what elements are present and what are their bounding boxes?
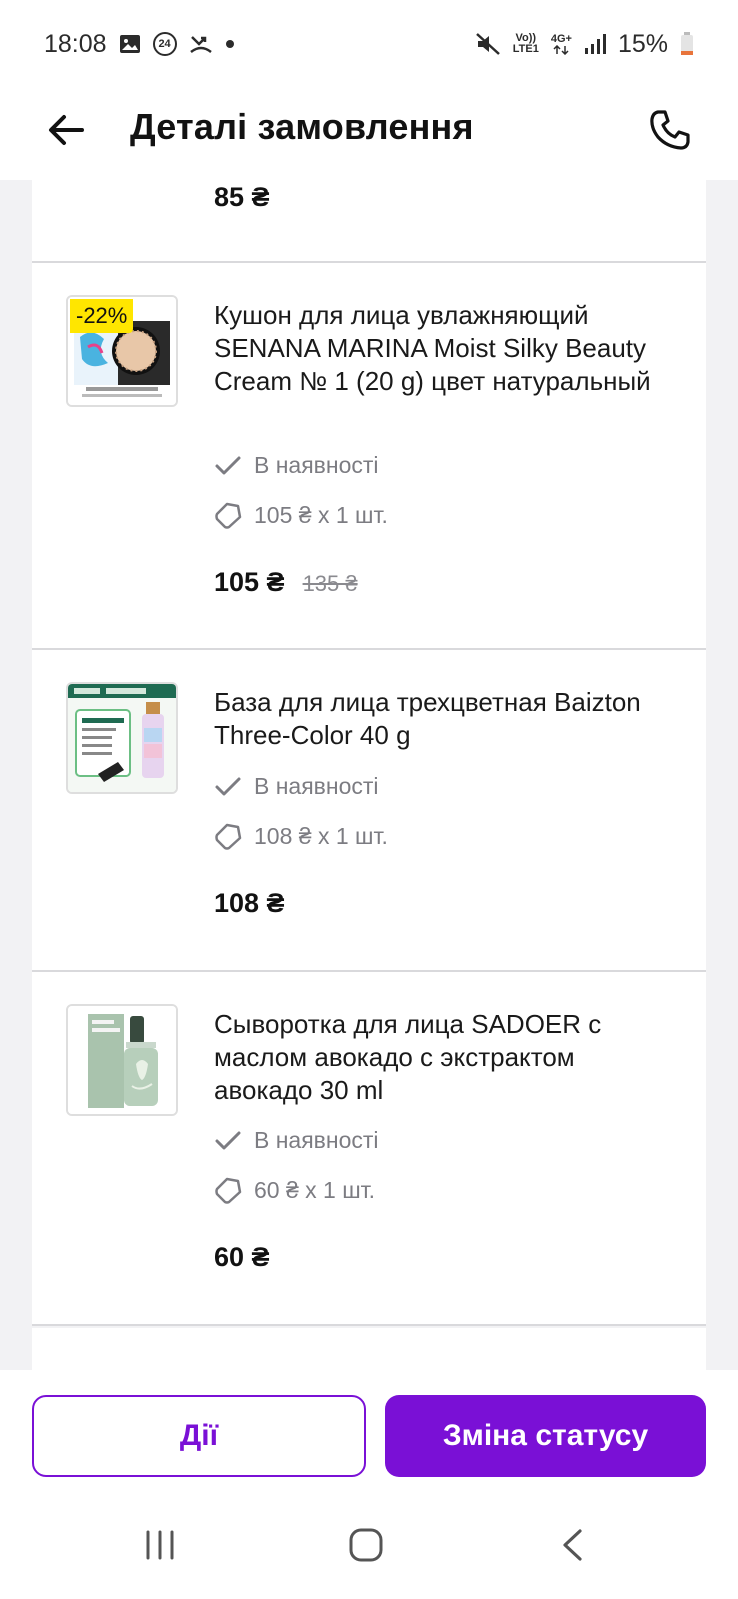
unit-price-text: 105 ₴ x 1 шт. xyxy=(254,501,388,528)
product-name[interactable]: База для лица трехцветная Baizton Three-… xyxy=(214,686,664,752)
price-tag-icon xyxy=(215,1177,242,1204)
timer-24-icon: 24 xyxy=(152,32,177,56)
gallery-notification-icon xyxy=(119,34,141,54)
volte-icon: Vo)) LTE1 xyxy=(512,32,539,55)
product-image[interactable] xyxy=(66,682,178,794)
serum-product-image xyxy=(68,1006,176,1114)
availability-text: В наявності xyxy=(254,773,379,799)
actions-button[interactable]: Дії xyxy=(32,1395,366,1477)
unit-price-row: 60 ₴ x 1 шт. xyxy=(214,1176,375,1204)
item-price: 108 ₴ xyxy=(214,888,285,918)
unit-price-row: 108 ₴ x 1 шт. xyxy=(214,822,388,850)
list-item[interactable]: Сыворотка для лица SADOER с маслом авока… xyxy=(32,972,706,1326)
list-item: 85 ₴ xyxy=(32,180,706,263)
product-image[interactable] xyxy=(66,1004,178,1116)
battery-percent: 15% xyxy=(617,29,668,58)
primer-product-image xyxy=(68,684,176,792)
missed-call-icon xyxy=(189,33,213,55)
mute-icon xyxy=(475,32,501,56)
dot-icon xyxy=(225,39,235,49)
change-status-button[interactable]: Зміна статусу xyxy=(385,1395,706,1477)
item-price: 60 ₴ xyxy=(214,1242,270,1272)
unit-price-text: 60 ₴ x 1 шт. xyxy=(254,1176,376,1203)
list-item[interactable]: База для лица трехцветная Baizton Three-… xyxy=(32,650,706,972)
status-time: 18:08 xyxy=(44,29,107,58)
list-item xyxy=(32,1328,706,1370)
order-items-list[interactable]: 85 ₴ -22% Кушон для лица увлажняющий SEN… xyxy=(0,180,738,1370)
chevron-left-icon xyxy=(563,1529,582,1561)
item-price: 105 ₴ xyxy=(214,567,285,597)
availability-row: В наявності xyxy=(214,452,379,479)
status-bar: 18:08 24 Vo)) LTE1 4G+ 15% xyxy=(0,0,738,88)
list-item[interactable]: -22% Кушон для лица увлажняющий SENANA M… xyxy=(32,263,706,650)
app-bar: Деталі замовлення xyxy=(0,88,738,180)
battery-icon xyxy=(680,32,694,56)
product-name[interactable]: Сыворотка для лица SADOER с маслом авока… xyxy=(214,1008,664,1107)
availability-text: В наявності xyxy=(254,1127,379,1153)
availability-row: В наявності xyxy=(214,773,379,800)
network-type-icon: 4G+ xyxy=(551,33,572,55)
availability-row: В наявності xyxy=(214,1127,379,1154)
discount-badge: -22% xyxy=(70,299,134,333)
recent-apps-button[interactable] xyxy=(130,1520,190,1570)
system-nav-bar xyxy=(0,1490,738,1599)
price-tag-icon xyxy=(215,502,242,529)
product-name[interactable]: Кушон для лица увлажняющий SENANA MARINA… xyxy=(214,299,664,398)
check-icon xyxy=(215,1131,241,1149)
back-button[interactable] xyxy=(44,108,88,152)
item-price: 85 ₴ xyxy=(214,182,270,212)
call-button[interactable] xyxy=(646,106,694,154)
price-tag-icon xyxy=(215,823,242,850)
availability-text: В наявності xyxy=(254,452,379,478)
unit-price-row: 105 ₴ x 1 шт. xyxy=(214,501,388,529)
item-old-price: 135 ₴ xyxy=(302,571,358,596)
bottom-action-bar: Дії Зміна статусу xyxy=(0,1370,738,1490)
home-button[interactable] xyxy=(336,1520,396,1570)
product-image[interactable]: -22% xyxy=(66,295,178,407)
signal-icon xyxy=(584,33,606,55)
arrow-left-icon xyxy=(49,115,84,145)
recent-apps-icon xyxy=(146,1530,174,1560)
page-title: Деталі замовлення xyxy=(130,106,474,147)
phone-icon xyxy=(650,110,690,150)
check-icon xyxy=(215,456,241,474)
back-nav-button[interactable] xyxy=(542,1520,602,1570)
check-icon xyxy=(215,777,241,795)
unit-price-text: 108 ₴ x 1 шт. xyxy=(254,822,388,849)
home-icon xyxy=(349,1528,383,1562)
